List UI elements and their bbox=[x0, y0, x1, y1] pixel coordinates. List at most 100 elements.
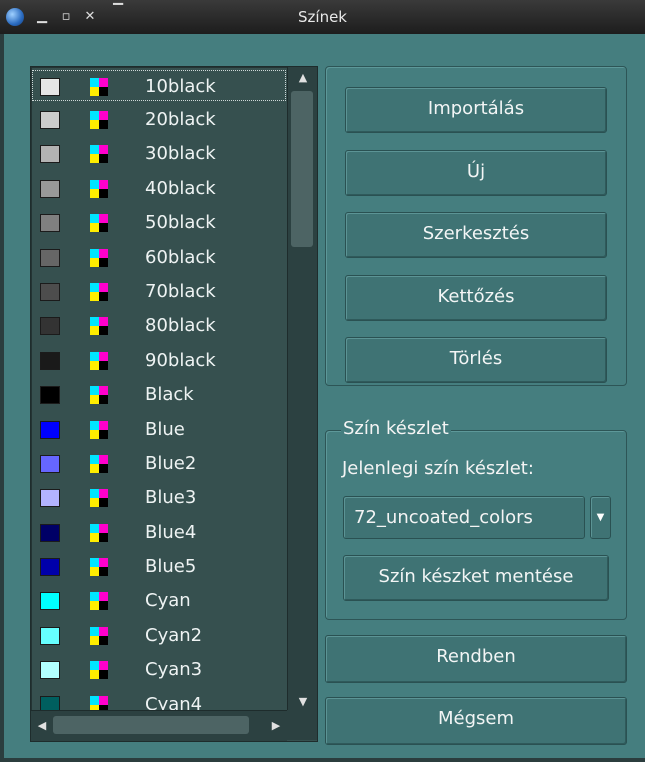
colors-dialog: ▁ ▫ ✕ ▔ Színek 10black 20black 30black 40bl… bbox=[0, 0, 645, 762]
chevron-down-icon[interactable]: ▼ bbox=[590, 496, 611, 539]
delete-button-label: Törlés bbox=[449, 348, 503, 369]
cmyk-icon bbox=[90, 489, 108, 508]
duplicate-button[interactable]: Kettőzés bbox=[345, 275, 607, 321]
new-button-label: Új bbox=[466, 161, 486, 182]
horizontal-scroll-thumb[interactable] bbox=[53, 716, 249, 734]
scroll-left-arrow-icon[interactable]: ◀ bbox=[31, 711, 53, 741]
list-item[interactable]: Blue5 bbox=[31, 549, 287, 583]
list-item[interactable]: Blue3 bbox=[31, 480, 287, 514]
duplicate-button-label: Kettőzés bbox=[437, 286, 515, 307]
color-swatch bbox=[40, 145, 60, 164]
color-set-legend: Szín készlet bbox=[341, 418, 451, 439]
list-item[interactable]: 20black bbox=[31, 102, 287, 136]
list-item[interactable]: 60black bbox=[31, 240, 287, 274]
color-name-label: Blue2 bbox=[145, 452, 197, 474]
color-set-value: 72_uncoated_colors bbox=[354, 507, 533, 528]
horizontal-scrollbar[interactable]: ◀ ▶ bbox=[31, 710, 287, 741]
list-item[interactable]: Black bbox=[31, 377, 287, 411]
color-name-label: 70black bbox=[145, 280, 216, 302]
color-name-label: 50black bbox=[145, 212, 216, 234]
color-name-label: Blue3 bbox=[145, 487, 197, 509]
scroll-corner bbox=[287, 710, 317, 740]
vertical-scrollbar[interactable]: ▲ ▼ bbox=[287, 67, 317, 710]
color-name-label: Cyan3 bbox=[145, 659, 203, 681]
list-item[interactable]: 90black bbox=[31, 343, 287, 377]
color-name-label: Cyan bbox=[145, 590, 191, 612]
titlebar[interactable]: ▁ ▫ ✕ ▔ Színek bbox=[0, 0, 645, 34]
color-name-label: 80black bbox=[145, 315, 216, 337]
cmyk-icon bbox=[90, 592, 108, 611]
cancel-button[interactable]: Mégsem bbox=[325, 697, 627, 745]
save-color-set-button[interactable]: Szín készket mentése bbox=[343, 555, 609, 601]
cmyk-icon bbox=[90, 386, 108, 405]
list-item[interactable]: Cyan3 bbox=[31, 652, 287, 686]
list-item[interactable]: Blue4 bbox=[31, 515, 287, 549]
cmyk-icon bbox=[90, 661, 108, 680]
vertical-scroll-thumb[interactable] bbox=[291, 91, 313, 247]
import-button[interactable]: Importálás bbox=[345, 87, 607, 133]
color-name-label: 90black bbox=[145, 349, 216, 371]
color-swatch bbox=[40, 351, 60, 370]
color-list[interactable]: 10black 20black 30black 40black 50black 60bla… bbox=[30, 66, 318, 742]
color-list-rows: 10black 20black 30black 40black 50black 60bla… bbox=[31, 67, 287, 721]
color-set-select[interactable]: 72_uncoated_colors bbox=[343, 496, 585, 539]
color-swatch bbox=[40, 523, 60, 542]
color-swatch bbox=[40, 282, 60, 301]
color-swatch bbox=[40, 386, 60, 405]
color-name-label: Black bbox=[145, 384, 194, 406]
list-item[interactable]: 10black bbox=[31, 69, 287, 102]
color-name-label: Blue bbox=[145, 418, 185, 440]
list-item[interactable]: 80black bbox=[31, 308, 287, 342]
color-swatch bbox=[40, 592, 60, 611]
list-item[interactable]: 30black bbox=[31, 136, 287, 170]
color-swatch bbox=[40, 661, 60, 680]
color-name-label: 10black bbox=[145, 76, 216, 97]
new-button[interactable]: Új bbox=[345, 150, 607, 196]
list-item[interactable]: 50black bbox=[31, 205, 287, 239]
color-name-label: 20black bbox=[145, 109, 216, 130]
color-name-label: Blue4 bbox=[145, 521, 197, 543]
list-item[interactable]: Blue2 bbox=[31, 446, 287, 480]
import-button-label: Importálás bbox=[427, 98, 525, 119]
cmyk-icon bbox=[90, 78, 108, 96]
cmyk-icon bbox=[90, 626, 108, 645]
cmyk-icon bbox=[90, 179, 108, 198]
color-swatch bbox=[40, 558, 60, 577]
color-swatch bbox=[40, 248, 60, 267]
list-item[interactable]: Blue bbox=[31, 412, 287, 446]
color-name-label: 30black bbox=[145, 143, 216, 165]
ok-button[interactable]: Rendben bbox=[325, 635, 627, 683]
cmyk-icon bbox=[90, 282, 108, 301]
scroll-down-arrow-icon[interactable]: ▼ bbox=[288, 694, 317, 710]
cmyk-icon bbox=[90, 420, 108, 439]
list-item[interactable]: 70black bbox=[31, 274, 287, 308]
color-swatch bbox=[40, 420, 60, 439]
scroll-right-arrow-icon[interactable]: ▶ bbox=[265, 711, 287, 741]
edit-button[interactable]: Szerkesztés bbox=[345, 212, 607, 258]
list-item[interactable]: 40black bbox=[31, 171, 287, 205]
cancel-button-label: Mégsem bbox=[437, 708, 515, 729]
color-swatch bbox=[40, 317, 60, 336]
list-item[interactable]: Cyan bbox=[31, 583, 287, 617]
delete-button[interactable]: Törlés bbox=[345, 337, 607, 383]
cmyk-icon bbox=[90, 111, 108, 129]
color-swatch bbox=[40, 626, 60, 645]
color-swatch bbox=[40, 111, 60, 129]
cmyk-icon bbox=[90, 214, 108, 233]
color-name-label: Blue5 bbox=[145, 556, 197, 578]
cmyk-icon bbox=[90, 145, 108, 164]
cmyk-icon bbox=[90, 454, 108, 473]
scroll-up-arrow-icon[interactable]: ▲ bbox=[288, 67, 317, 89]
edit-button-label: Szerkesztés bbox=[422, 223, 530, 244]
color-name-label: Cyan2 bbox=[145, 624, 203, 646]
color-swatch bbox=[40, 454, 60, 473]
color-name-label: 60black bbox=[145, 246, 216, 268]
window-title: Színek bbox=[298, 8, 347, 26]
color-swatch bbox=[40, 78, 60, 96]
list-item[interactable]: Cyan2 bbox=[31, 618, 287, 652]
current-color-set-label: Jelenlegi szín készlet: bbox=[342, 458, 534, 479]
window-bottom-edge bbox=[0, 758, 645, 762]
color-swatch bbox=[40, 179, 60, 198]
color-swatch bbox=[40, 214, 60, 233]
ok-button-label: Rendben bbox=[436, 646, 516, 667]
